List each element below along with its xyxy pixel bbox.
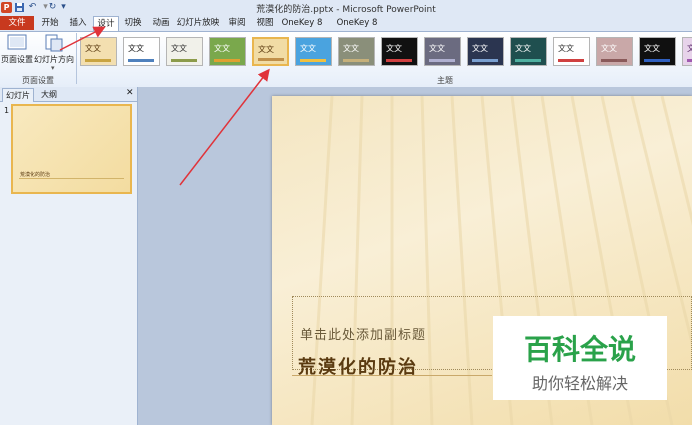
annotation-arrows xyxy=(59,26,270,186)
arrow-to-design-tab xyxy=(59,26,106,51)
arrow-to-selected-theme xyxy=(179,68,270,186)
